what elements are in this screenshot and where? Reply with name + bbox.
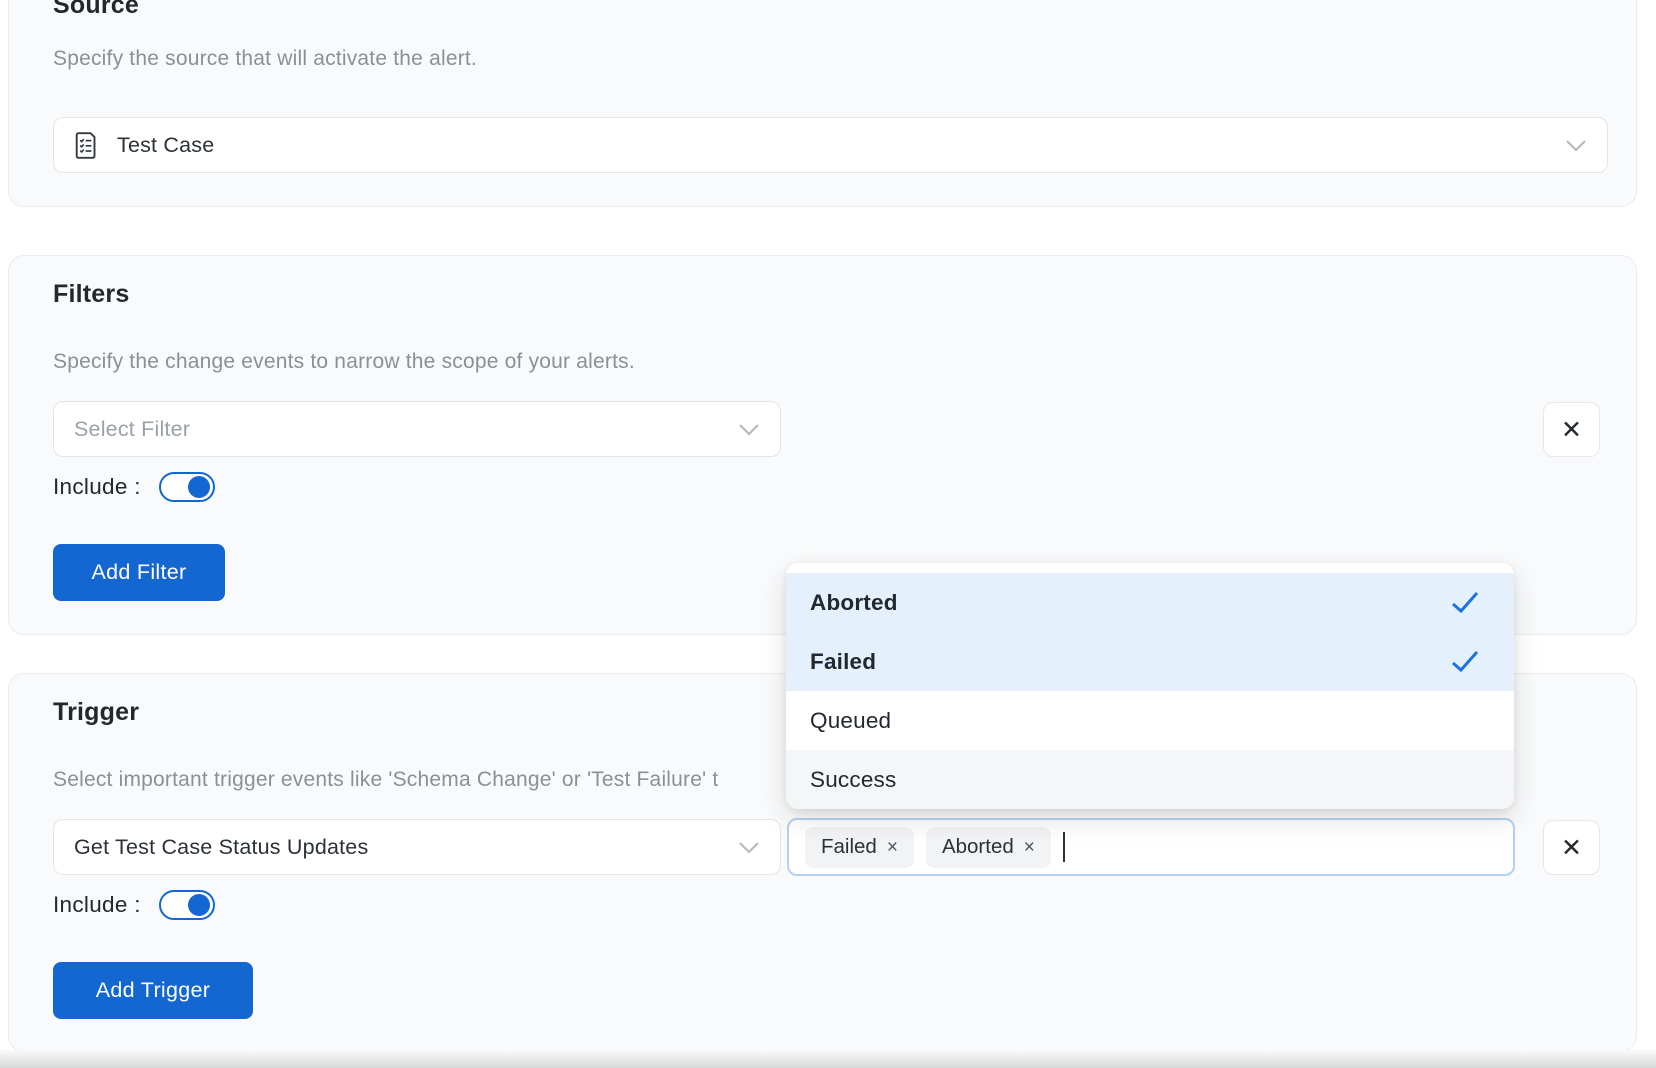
toggle-knob — [188, 476, 210, 498]
trigger-select[interactable]: Get Test Case Status Updates — [53, 819, 781, 875]
toggle-knob — [188, 894, 210, 916]
source-section: Source Specify the source that will acti… — [8, 0, 1637, 207]
check-icon — [1450, 650, 1480, 673]
chevron-down-icon — [738, 423, 760, 436]
alert-config-page: Source Specify the source that will acti… — [0, 0, 1656, 1068]
trigger-section-title: Trigger — [53, 698, 139, 727]
remove-filter-button[interactable]: ✕ — [1543, 402, 1600, 457]
option-label: Queued — [810, 708, 891, 734]
tag-label: Failed — [821, 835, 877, 859]
chevron-down-icon — [738, 841, 760, 854]
include-label: Include : — [53, 892, 141, 918]
source-select[interactable]: Test Case — [53, 117, 1608, 173]
include-toggle[interactable] — [159, 890, 215, 920]
filter-select-placeholder: Select Filter — [74, 417, 190, 442]
selected-tag: Failed × — [805, 827, 914, 868]
filters-section-description: Specify the change events to narrow the … — [53, 350, 635, 374]
option-label: Failed — [810, 649, 876, 675]
bottom-fade — [0, 1050, 1656, 1068]
include-toggle[interactable] — [159, 472, 215, 502]
check-icon — [1450, 591, 1480, 614]
dropdown-option-failed[interactable]: Failed — [786, 632, 1514, 691]
document-checklist-icon — [74, 131, 99, 160]
status-options-dropdown: Aborted Failed Queued Success — [786, 563, 1514, 809]
remove-trigger-button[interactable]: ✕ — [1543, 820, 1600, 875]
source-section-description: Specify the source that will activate th… — [53, 47, 477, 71]
trigger-select-value: Get Test Case Status Updates — [74, 835, 368, 860]
tag-label: Aborted — [942, 835, 1014, 859]
dropdown-option-success[interactable]: Success — [786, 750, 1514, 809]
filter-include-row: Include : — [53, 470, 215, 504]
dropdown-option-aborted[interactable]: Aborted — [786, 573, 1514, 632]
filter-select[interactable]: Select Filter — [53, 401, 781, 457]
status-multiselect-input[interactable]: Failed × Aborted × — [787, 818, 1515, 876]
chevron-down-icon — [1565, 139, 1587, 152]
remove-tag-icon[interactable]: × — [1024, 838, 1035, 857]
trigger-section-description: Select important trigger events like 'Sc… — [53, 768, 718, 792]
text-cursor — [1063, 832, 1065, 862]
option-label: Aborted — [810, 590, 898, 616]
source-section-title: Source — [53, 0, 139, 20]
option-label: Success — [810, 767, 896, 793]
add-filter-button[interactable]: Add Filter — [53, 544, 225, 601]
source-select-value: Test Case — [117, 133, 214, 158]
trigger-include-row: Include : — [53, 888, 215, 922]
include-label: Include : — [53, 474, 141, 500]
selected-tag: Aborted × — [926, 827, 1051, 868]
remove-tag-icon[interactable]: × — [887, 838, 898, 857]
dropdown-option-queued[interactable]: Queued — [786, 691, 1514, 750]
filters-section-title: Filters — [53, 280, 129, 309]
add-trigger-button[interactable]: Add Trigger — [53, 962, 253, 1019]
